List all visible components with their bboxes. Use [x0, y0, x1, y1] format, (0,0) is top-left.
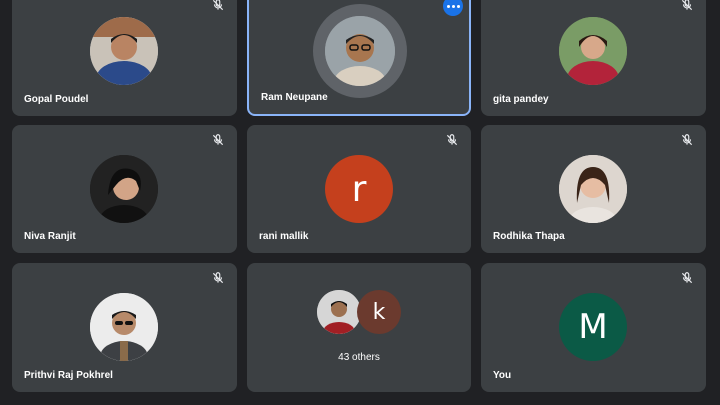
mic-off-icon [212, 0, 224, 11]
avatar [317, 290, 361, 334]
participant-tile-gopal-poudel[interactable]: Gopal Poudel [12, 0, 237, 116]
mic-off-icon [446, 134, 458, 146]
participant-name: rani mallik [259, 231, 309, 242]
avatar [90, 293, 158, 361]
avatar [559, 17, 627, 85]
initial-avatar: k [357, 290, 401, 334]
person-photo-icon [559, 155, 627, 223]
avatar [90, 155, 158, 223]
avatar [325, 16, 395, 86]
avatar-initial: M [578, 307, 608, 347]
participant-name: Ram Neupane [261, 92, 328, 103]
others-tile[interactable]: k 43 others [247, 263, 471, 392]
person-photo-icon [90, 293, 158, 361]
mic-off-icon [681, 0, 693, 11]
person-photo-icon [559, 17, 627, 85]
initial-avatar: M [559, 293, 627, 361]
avatar [559, 155, 627, 223]
avatar-initial: k [372, 299, 386, 325]
meeting-grid: Gopal Poudel Ram Neupane gita pandey Niv… [0, 0, 720, 405]
others-count-label: 43 others [338, 352, 380, 363]
participant-name: Gopal Poudel [24, 94, 89, 105]
mic-off-icon [212, 134, 224, 146]
mic-off-icon [681, 272, 693, 284]
mic-off-icon [212, 272, 224, 284]
person-photo-icon [90, 17, 158, 85]
participant-name: Rodhika Thapa [493, 231, 565, 242]
participant-name: Niva Ranjit [24, 231, 76, 242]
avatar [90, 17, 158, 85]
more-options-button[interactable] [443, 0, 463, 16]
person-photo-icon [317, 290, 361, 334]
participant-name: You [493, 370, 512, 381]
participant-name: gita pandey [493, 94, 549, 105]
participant-tile-rodhika-thapa[interactable]: Rodhika Thapa [481, 125, 706, 253]
participant-tile-prithvi-raj-pokhrel[interactable]: Prithvi Raj Pokhrel [12, 263, 237, 392]
participant-tile-rani-mallik[interactable]: r rani mallik [247, 125, 471, 253]
participant-tile-niva-ranjit[interactable]: Niva Ranjit [12, 125, 237, 253]
initial-avatar: r [325, 155, 393, 223]
participant-tile-gita-pandey[interactable]: gita pandey [481, 0, 706, 116]
participant-name: Prithvi Raj Pokhrel [24, 370, 113, 381]
participant-tile-ram-neupane[interactable]: Ram Neupane [247, 0, 471, 116]
person-photo-icon [90, 155, 158, 223]
avatar-initial: r [351, 168, 367, 210]
person-photo-icon [325, 16, 395, 86]
mic-off-icon [681, 134, 693, 146]
participant-tile-you[interactable]: M You [481, 263, 706, 392]
